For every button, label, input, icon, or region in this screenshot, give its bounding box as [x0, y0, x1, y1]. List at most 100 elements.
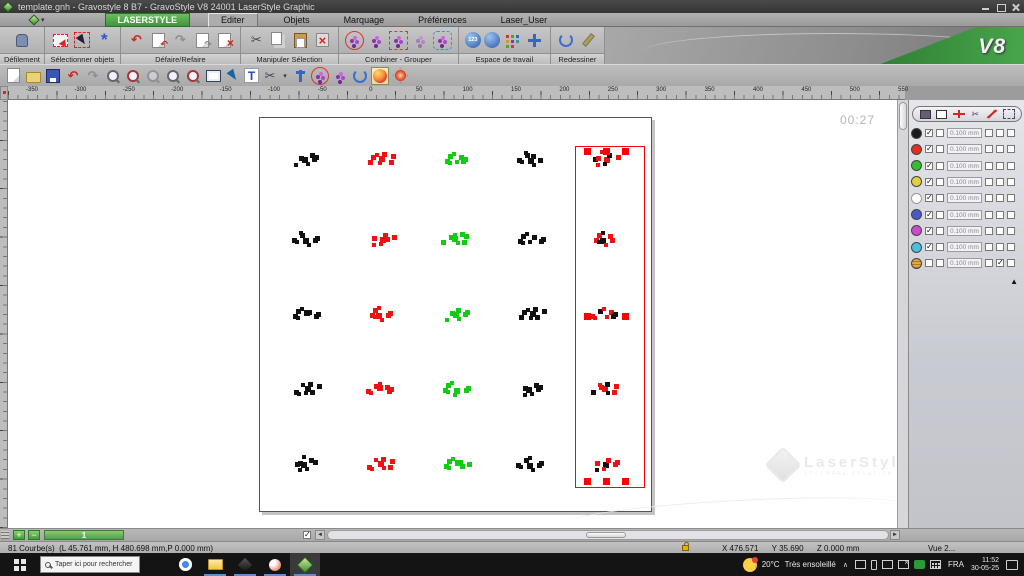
undo-icon[interactable]: ↶	[64, 67, 82, 85]
menu-preferences[interactable]: Préférences	[410, 14, 475, 26]
explorer-icon[interactable]	[200, 553, 230, 576]
layer-visible-checkbox[interactable]	[925, 145, 933, 153]
layer-color-swatch[interactable]	[911, 193, 922, 204]
text-tool-icon[interactable]: T	[244, 68, 259, 83]
vertical-scrollbar[interactable]	[897, 100, 908, 528]
new-document-icon[interactable]	[4, 67, 22, 85]
dashed-rect-icon[interactable]	[1003, 109, 1015, 119]
undo-delete-icon[interactable]	[215, 31, 234, 50]
layer-flag2-checkbox[interactable]	[996, 227, 1004, 235]
layer-flag3-checkbox[interactable]	[1007, 162, 1015, 170]
refresh-icon[interactable]	[557, 31, 576, 50]
layer-color-swatch[interactable]	[911, 160, 922, 171]
layer-color-swatch[interactable]	[911, 258, 922, 269]
zoom-previous-icon[interactable]	[124, 67, 142, 85]
close-icon[interactable]	[1011, 3, 1020, 11]
dropdown-caret-icon[interactable]: ▾	[281, 67, 289, 85]
menu-marquage[interactable]: Marquage	[336, 14, 393, 26]
menu-editer[interactable]: Editer	[208, 13, 258, 27]
workspace-anchor-icon[interactable]	[484, 32, 500, 48]
snowflake-icon[interactable]: *	[95, 31, 114, 50]
volume-muted-icon[interactable]	[898, 560, 909, 569]
selection-handle[interactable]	[603, 478, 610, 485]
cursor-icon[interactable]	[224, 67, 242, 85]
workspace-123-icon[interactable]: 123	[465, 32, 481, 48]
redraw-icon[interactable]	[579, 31, 598, 50]
layer-color-swatch[interactable]	[911, 242, 922, 253]
layer-flag3-checkbox[interactable]	[1007, 227, 1015, 235]
layer-flag1-checkbox[interactable]	[985, 145, 993, 153]
notification-center-icon[interactable]	[1006, 560, 1018, 570]
save-icon[interactable]	[44, 67, 62, 85]
horizontal-scrollbar[interactable]	[327, 530, 889, 540]
combine-icon[interactable]	[389, 31, 408, 50]
security-icon[interactable]	[914, 560, 925, 569]
layer-flag3-checkbox[interactable]	[1007, 243, 1015, 251]
ruler-origin-button[interactable]	[0, 86, 8, 100]
knife-tool-icon[interactable]: ✂	[261, 67, 279, 85]
frame-icon[interactable]	[204, 67, 222, 85]
layer-visible-checkbox[interactable]	[925, 178, 933, 186]
layer-flag2-checkbox[interactable]	[996, 259, 1004, 267]
remove-sheet-button[interactable]: −	[28, 530, 40, 540]
cut-icon[interactable]: ✂	[247, 31, 266, 50]
hand-icon[interactable]	[12, 31, 31, 50]
selection-handle[interactable]	[584, 478, 591, 485]
outline-square-icon[interactable]	[936, 109, 948, 119]
display-icon[interactable]	[855, 560, 866, 569]
line-width-field[interactable]: 0.100 mm	[947, 128, 982, 138]
line-width-field[interactable]: 0.100 mm	[947, 177, 982, 187]
order-grid-icon[interactable]	[503, 31, 522, 50]
copy-icon[interactable]	[269, 31, 288, 50]
laser-simulation-icon[interactable]	[371, 67, 389, 85]
measure-line-icon[interactable]	[953, 109, 965, 119]
group-red-icon[interactable]	[311, 67, 329, 85]
undo-icon[interactable]: ↶	[127, 31, 146, 50]
layer-visible-checkbox[interactable]	[925, 259, 933, 267]
minimize-icon[interactable]	[981, 3, 990, 11]
layer-visible-checkbox[interactable]	[925, 227, 933, 235]
vertical-scroll-thumb[interactable]	[899, 102, 907, 130]
language-indicator[interactable]: FRA	[948, 560, 964, 569]
separate-icon[interactable]	[433, 31, 452, 50]
delete-icon[interactable]	[313, 31, 332, 50]
line-width-field[interactable]: 0.100 mm	[947, 161, 982, 171]
clock[interactable]: 11:52 30-05-25	[971, 557, 999, 573]
layer-option-checkbox[interactable]	[936, 194, 944, 202]
layer-flag2-checkbox[interactable]	[996, 145, 1004, 153]
marquee-select-icon[interactable]	[51, 31, 70, 50]
chrome-icon[interactable]	[170, 553, 200, 576]
keyboard-icon[interactable]	[930, 560, 941, 569]
layer-flag2-checkbox[interactable]	[996, 194, 1004, 202]
layer-flag1-checkbox[interactable]	[985, 194, 993, 202]
layer-option-checkbox[interactable]	[936, 259, 944, 267]
undo-list-icon[interactable]	[149, 31, 168, 50]
open-document-icon[interactable]	[24, 67, 42, 85]
cursor-select-icon[interactable]	[73, 31, 92, 50]
panel-expand-icon[interactable]: ▲	[1010, 277, 1018, 286]
layer-flag3-checkbox[interactable]	[1007, 259, 1015, 267]
layer-visible-checkbox[interactable]	[925, 211, 933, 219]
weld-icon[interactable]	[345, 31, 364, 50]
horizontal-scroll-thumb[interactable]	[586, 532, 626, 538]
start-button[interactable]	[0, 553, 40, 576]
zoom-page-icon[interactable]	[164, 67, 182, 85]
line-width-field[interactable]: 0.100 mm	[947, 242, 982, 252]
selection-handle[interactable]	[584, 148, 591, 155]
layer-color-swatch[interactable]	[911, 144, 922, 155]
scissors-icon[interactable]	[969, 109, 981, 119]
scroll-left-icon[interactable]: ◄	[315, 530, 325, 540]
ungroup-purple-icon[interactable]	[331, 67, 349, 85]
line-width-field[interactable]: 0.100 mm	[947, 144, 982, 154]
layer-color-swatch[interactable]	[911, 209, 922, 220]
line-width-field[interactable]: 0.100 mm	[947, 193, 982, 203]
weather-widget[interactable]: 20°C Très ensoleillé	[743, 558, 836, 572]
layer-flag2-checkbox[interactable]	[996, 178, 1004, 186]
zoom-window-icon[interactable]	[144, 67, 162, 85]
layer-flag3-checkbox[interactable]	[1007, 178, 1015, 186]
layer-flag1-checkbox[interactable]	[985, 129, 993, 137]
menu-laserstyle[interactable]: LASERSTYLE	[105, 13, 191, 27]
layer-color-swatch[interactable]	[911, 176, 922, 187]
remote-icon[interactable]	[260, 553, 290, 576]
layer-color-swatch[interactable]	[911, 128, 922, 139]
